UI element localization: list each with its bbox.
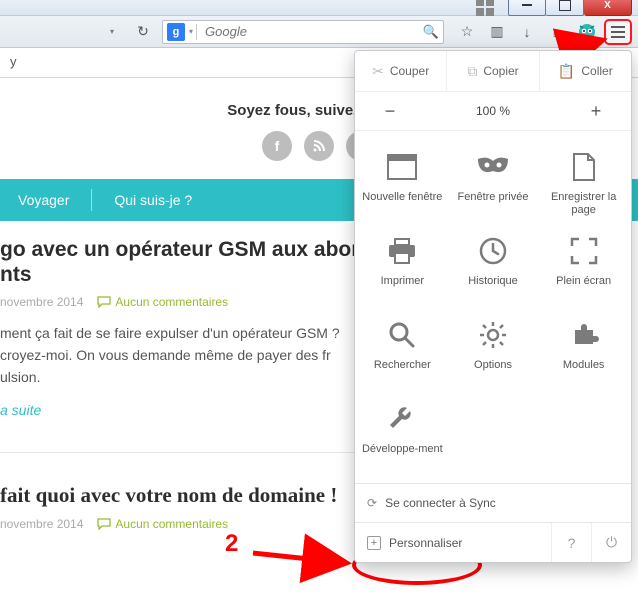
close-button[interactable]: X [584, 0, 632, 16]
fullscreen-button[interactable]: Plein écran [538, 223, 629, 307]
window-controls: X [508, 0, 632, 16]
bookmark-star-button[interactable]: ☆ [454, 20, 480, 44]
print-button[interactable]: Imprimer [357, 223, 448, 307]
quit-button[interactable]: ⏻ [591, 523, 631, 563]
puzzle-icon [566, 317, 602, 353]
post-date: novembre 2014 [0, 295, 83, 309]
cut-button[interactable]: ✂Couper [355, 51, 446, 91]
home-button[interactable]: ⌂ [544, 20, 570, 44]
reload-button[interactable]: ↻ [130, 20, 156, 44]
facebook-icon[interactable]: f [262, 131, 292, 161]
history-dropdown-button[interactable] [98, 20, 124, 44]
find-button[interactable]: Rechercher [357, 307, 448, 391]
help-button[interactable]: ? [551, 523, 591, 563]
plus-icon: + [367, 536, 381, 550]
developer-button[interactable]: Développe-ment [357, 391, 448, 475]
addon-owl-icon[interactable] [574, 20, 600, 44]
browser-toolbar: ↻ g ▾ 🔍 ☆ ▥ ↓ ⌂ [0, 16, 638, 48]
window-icon [384, 149, 420, 185]
sync-icon: ⟳ [367, 496, 377, 510]
comments-link[interactable]: Aucun commentaires [97, 295, 228, 309]
search-provider-icon[interactable]: g [167, 23, 185, 41]
clipboard-icon: 📋 [558, 63, 575, 80]
copy-icon: ⧉ [467, 63, 477, 80]
search-icon[interactable]: 🔍 [419, 24, 443, 40]
bookmarks-menu-button[interactable]: ▥ [484, 20, 510, 44]
save-page-button[interactable]: Enregistrer la page [538, 139, 629, 223]
edit-row: ✂Couper ⧉Copier 📋Coller [355, 51, 631, 92]
options-button[interactable]: Options [448, 307, 539, 391]
panel-footer: + Personnaliser ? ⏻ [355, 522, 631, 562]
window-titlebar: X [0, 0, 638, 16]
rss-icon[interactable] [304, 131, 334, 161]
zoom-row: − 100 % + [355, 92, 631, 131]
post-date: novembre 2014 [0, 517, 83, 531]
zoom-out-button[interactable]: − [355, 92, 425, 130]
menu-button[interactable] [604, 19, 632, 45]
print-icon [384, 233, 420, 269]
private-window-button[interactable]: Fenêtre privée [448, 139, 539, 223]
page-icon [566, 149, 602, 185]
comments-link[interactable]: Aucun commentaires [97, 517, 228, 531]
maximize-button[interactable] [546, 0, 584, 16]
search-input[interactable] [201, 22, 419, 41]
callout-2: 2 [225, 530, 238, 558]
tab-groups-icon[interactable] [476, 0, 494, 16]
paste-button[interactable]: 📋Coller [540, 51, 631, 91]
history-icon [475, 233, 511, 269]
history-button[interactable]: Historique [448, 223, 539, 307]
sync-button[interactable]: ⟳ Se connecter à Sync [355, 484, 631, 522]
minimize-button[interactable] [508, 0, 546, 16]
zoom-in-button[interactable]: + [561, 92, 631, 130]
read-more-link[interactable]: a suite [0, 402, 41, 418]
nav-voyager[interactable]: Voyager [14, 192, 73, 208]
gear-icon [475, 317, 511, 353]
new-window-button[interactable]: Nouvelle fenêtre [357, 139, 448, 223]
mask-icon [475, 149, 511, 185]
wrench-icon [384, 401, 420, 437]
scissors-icon: ✂ [372, 63, 384, 80]
fullscreen-icon [566, 233, 602, 269]
copy-button[interactable]: ⧉Copier [447, 51, 538, 91]
menu-grid: Nouvelle fenêtre Fenêtre privée Enregist… [355, 131, 631, 483]
search-box[interactable]: g ▾ 🔍 [162, 20, 444, 44]
search-icon [384, 317, 420, 353]
downloads-button[interactable]: ↓ [514, 20, 540, 44]
customize-button[interactable]: + Personnaliser [355, 536, 551, 550]
nav-qui-suis-je[interactable]: Qui suis-je ? [110, 192, 196, 208]
app-menu-panel: ✂Couper ⧉Copier 📋Coller − 100 % + Nouvel… [354, 50, 632, 563]
addons-button[interactable]: Modules [538, 307, 629, 391]
zoom-value[interactable]: 100 % [425, 104, 561, 118]
